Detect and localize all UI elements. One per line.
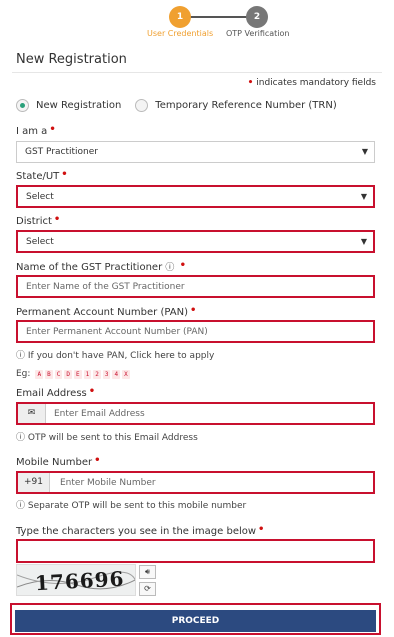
step-2-label: OTP Verification [226, 29, 290, 38]
mobile-label-text: Mobile Number [16, 457, 93, 468]
required-marker: • [53, 214, 61, 225]
required-marker: • [88, 386, 96, 397]
mobile-country-code: +91 [18, 473, 50, 492]
mobile-help-text: Separate OTP will be sent to this mobile… [27, 501, 247, 511]
captcha-input[interactable] [16, 539, 375, 563]
registration-type-radio-group: New Registration Temporary Reference Num… [16, 99, 351, 112]
pan-example-char: A [35, 369, 44, 379]
pan-label: Permanent Account Number (PAN) • [16, 305, 196, 318]
required-marker: • [94, 455, 101, 466]
pan-example-char: C [54, 369, 63, 379]
iam-select-value: GST Practitioner [25, 147, 98, 157]
mandatory-note: • indicates mandatory fields [248, 78, 376, 88]
district-label-text: District [16, 216, 52, 227]
district-select-value: Select [26, 237, 54, 247]
radio-new-registration[interactable] [16, 99, 29, 112]
step-2-indicator: 2 [246, 6, 268, 28]
caret-down-icon: ▼ [360, 192, 367, 201]
mobile-help: ⓘ Separate OTP will be sent to this mobi… [16, 498, 246, 511]
title-divider [12, 72, 382, 73]
speaker-icon[interactable]: 🔊︎ [139, 565, 156, 579]
stepper-connector [190, 16, 247, 18]
captcha-label-text: Type the characters you see in the image… [16, 526, 257, 537]
info-icon: ⓘ [16, 433, 26, 443]
step-1-indicator: 1 [169, 6, 191, 28]
pan-example-char: E [73, 369, 82, 379]
email-label: Email Address • [16, 386, 95, 399]
pan-example-char: 2 [93, 369, 101, 379]
mobile-input-placeholder: Enter Mobile Number [60, 478, 156, 488]
pan-example-char: X [122, 369, 130, 379]
district-select[interactable]: Select ▼ [16, 230, 375, 253]
pan-example-label: Eg: [16, 369, 31, 379]
pan-example-char: 4 [112, 369, 121, 379]
radio-new-registration-label[interactable]: New Registration [36, 100, 121, 111]
captcha-image: 176696 [16, 564, 136, 596]
info-icon: ⓘ [16, 501, 26, 511]
captcha-graphic: 176696 [17, 567, 135, 596]
page-title: New Registration [16, 52, 127, 67]
required-marker: • [179, 260, 186, 271]
envelope-icon: ✉ [18, 404, 46, 423]
radio-trn[interactable] [135, 99, 149, 112]
step-1-label: User Credentials [147, 29, 214, 38]
registration-stepper: 1 2 User Credentials OTP Verification [0, 4, 394, 40]
email-label-text: Email Address [16, 388, 87, 399]
district-label: District • [16, 214, 60, 227]
email-input-placeholder: Enter Email Address [54, 409, 145, 419]
pan-input-placeholder: Enter Permanent Account Number (PAN) [26, 327, 208, 337]
mobile-label: Mobile Number • [16, 455, 101, 468]
info-icon[interactable]: ⓘ [165, 263, 174, 273]
mobile-field[interactable]: +91 Enter Mobile Number [16, 471, 375, 494]
pan-example-char: 3 [102, 369, 111, 379]
info-icon: ⓘ [16, 351, 26, 361]
pan-help-prefix: If you don't have PAN, Click [27, 351, 152, 361]
proceed-button[interactable]: PROCEED [15, 610, 376, 632]
name-label-text: Name of the GST Practitioner [16, 262, 163, 273]
pan-example-char: B [45, 369, 53, 379]
pan-help-suffix: to apply [177, 351, 215, 361]
email-field[interactable]: ✉ Enter Email Address [16, 402, 375, 425]
state-select[interactable]: Select ▼ [16, 185, 375, 208]
mandatory-note-text: indicates mandatory fields [256, 78, 376, 88]
name-label: Name of the GST Practitioner ⓘ • [16, 260, 186, 273]
pan-example-char: 1 [83, 369, 92, 379]
proceed-wrapper: PROCEED [10, 603, 381, 635]
captcha-text: 176696 [34, 567, 125, 596]
pan-input[interactable]: Enter Permanent Account Number (PAN) [16, 320, 375, 343]
state-label-text: State/UT [16, 171, 60, 182]
iam-label: I am a • [16, 124, 56, 137]
pan-apply-link[interactable]: here [155, 351, 175, 361]
email-help: ⓘ OTP will be sent to this Email Address [16, 430, 198, 443]
caret-down-icon: ▼ [360, 237, 367, 246]
radio-trn-label[interactable]: Temporary Reference Number (TRN) [155, 100, 336, 111]
pan-label-text: Permanent Account Number (PAN) [16, 307, 188, 318]
state-select-value: Select [26, 192, 54, 202]
captcha-label: Type the characters you see in the image… [16, 524, 264, 537]
refresh-icon[interactable]: ⟳ [139, 582, 156, 596]
state-label: State/UT • [16, 169, 68, 182]
iam-label-text: I am a [16, 126, 48, 137]
iam-select[interactable]: GST Practitioner ▼ [16, 141, 375, 163]
name-input-placeholder: Enter Name of the GST Practitioner [26, 282, 185, 292]
pan-help: ⓘ If you don't have PAN, Click here to a… [16, 348, 214, 361]
required-marker: • [61, 169, 68, 180]
caret-down-icon: ▼ [361, 147, 368, 156]
email-help-text: OTP will be sent to this Email Address [27, 433, 198, 443]
required-marker: • [247, 78, 254, 88]
name-input[interactable]: Enter Name of the GST Practitioner [16, 275, 375, 298]
required-marker: • [258, 524, 265, 535]
required-marker: • [189, 305, 197, 316]
pan-example: Eg: A B C D E 1 2 3 4 X [16, 369, 130, 379]
required-marker: • [49, 124, 56, 135]
pan-example-char: D [64, 369, 72, 379]
